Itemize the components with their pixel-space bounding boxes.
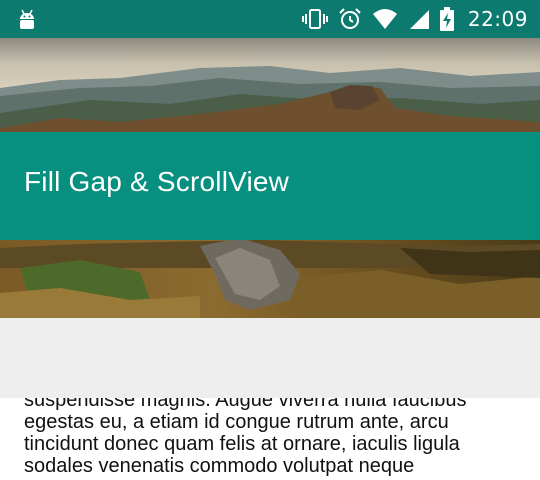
status-bar: 22:09 [0, 0, 540, 38]
vibrate-icon [301, 9, 328, 29]
wifi-icon [372, 9, 397, 29]
page-title: Fill Gap & ScrollView [24, 166, 290, 197]
scroll-content[interactable]: suspendisse magnis. Augue viverra nulla … [0, 398, 540, 480]
body-text: suspendisse magnis. Augue viverra nulla … [24, 398, 467, 477]
clock: 22:09 [467, 7, 528, 31]
fill-gap [0, 318, 540, 398]
battery-charging-icon [439, 7, 454, 31]
status-icons: 22:09 [301, 0, 528, 38]
alarm-icon [339, 8, 361, 29]
android-icon [20, 9, 34, 29]
signal-icon [409, 10, 429, 29]
